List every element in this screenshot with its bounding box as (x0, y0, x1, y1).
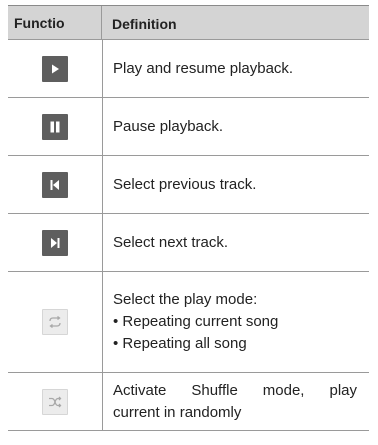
table-row: Select the play mode: • Repeating curren… (8, 272, 369, 373)
table-row: Play and resume playback. (8, 40, 369, 98)
header-function: Functio (8, 6, 102, 39)
previous-track-icon (42, 171, 68, 198)
repeat-icon (42, 309, 68, 335)
pause-icon (42, 113, 68, 140)
row-definition: Select the play mode: (113, 291, 258, 308)
row-definition: Select previous track. (113, 175, 257, 193)
play-icon (42, 55, 68, 82)
row-definition-continued: current in randomly (113, 403, 242, 421)
row-definition: Pause playback. (113, 117, 224, 135)
row-definition: Select next track. (113, 233, 229, 251)
row-definition: Activate Shuffle mode, play (113, 381, 357, 399)
row-definition-bullet: • Repeating all song (113, 335, 247, 352)
function-table: Functio Definition Play and resume playb… (8, 5, 369, 431)
table-header-row: Functio Definition (8, 6, 369, 40)
table-row: Select previous track. (8, 156, 369, 214)
row-definition-bullet: • Repeating current song (113, 313, 279, 330)
shuffle-icon (42, 388, 68, 415)
table-row: Activate Shuffle mode, play current in r… (8, 373, 369, 431)
row-definition: Play and resume playback. (113, 59, 294, 77)
table-row: Select next track. (8, 214, 369, 272)
table-row: Pause playback. (8, 98, 369, 156)
header-definition: Definition (112, 16, 177, 32)
next-track-icon (42, 229, 68, 256)
